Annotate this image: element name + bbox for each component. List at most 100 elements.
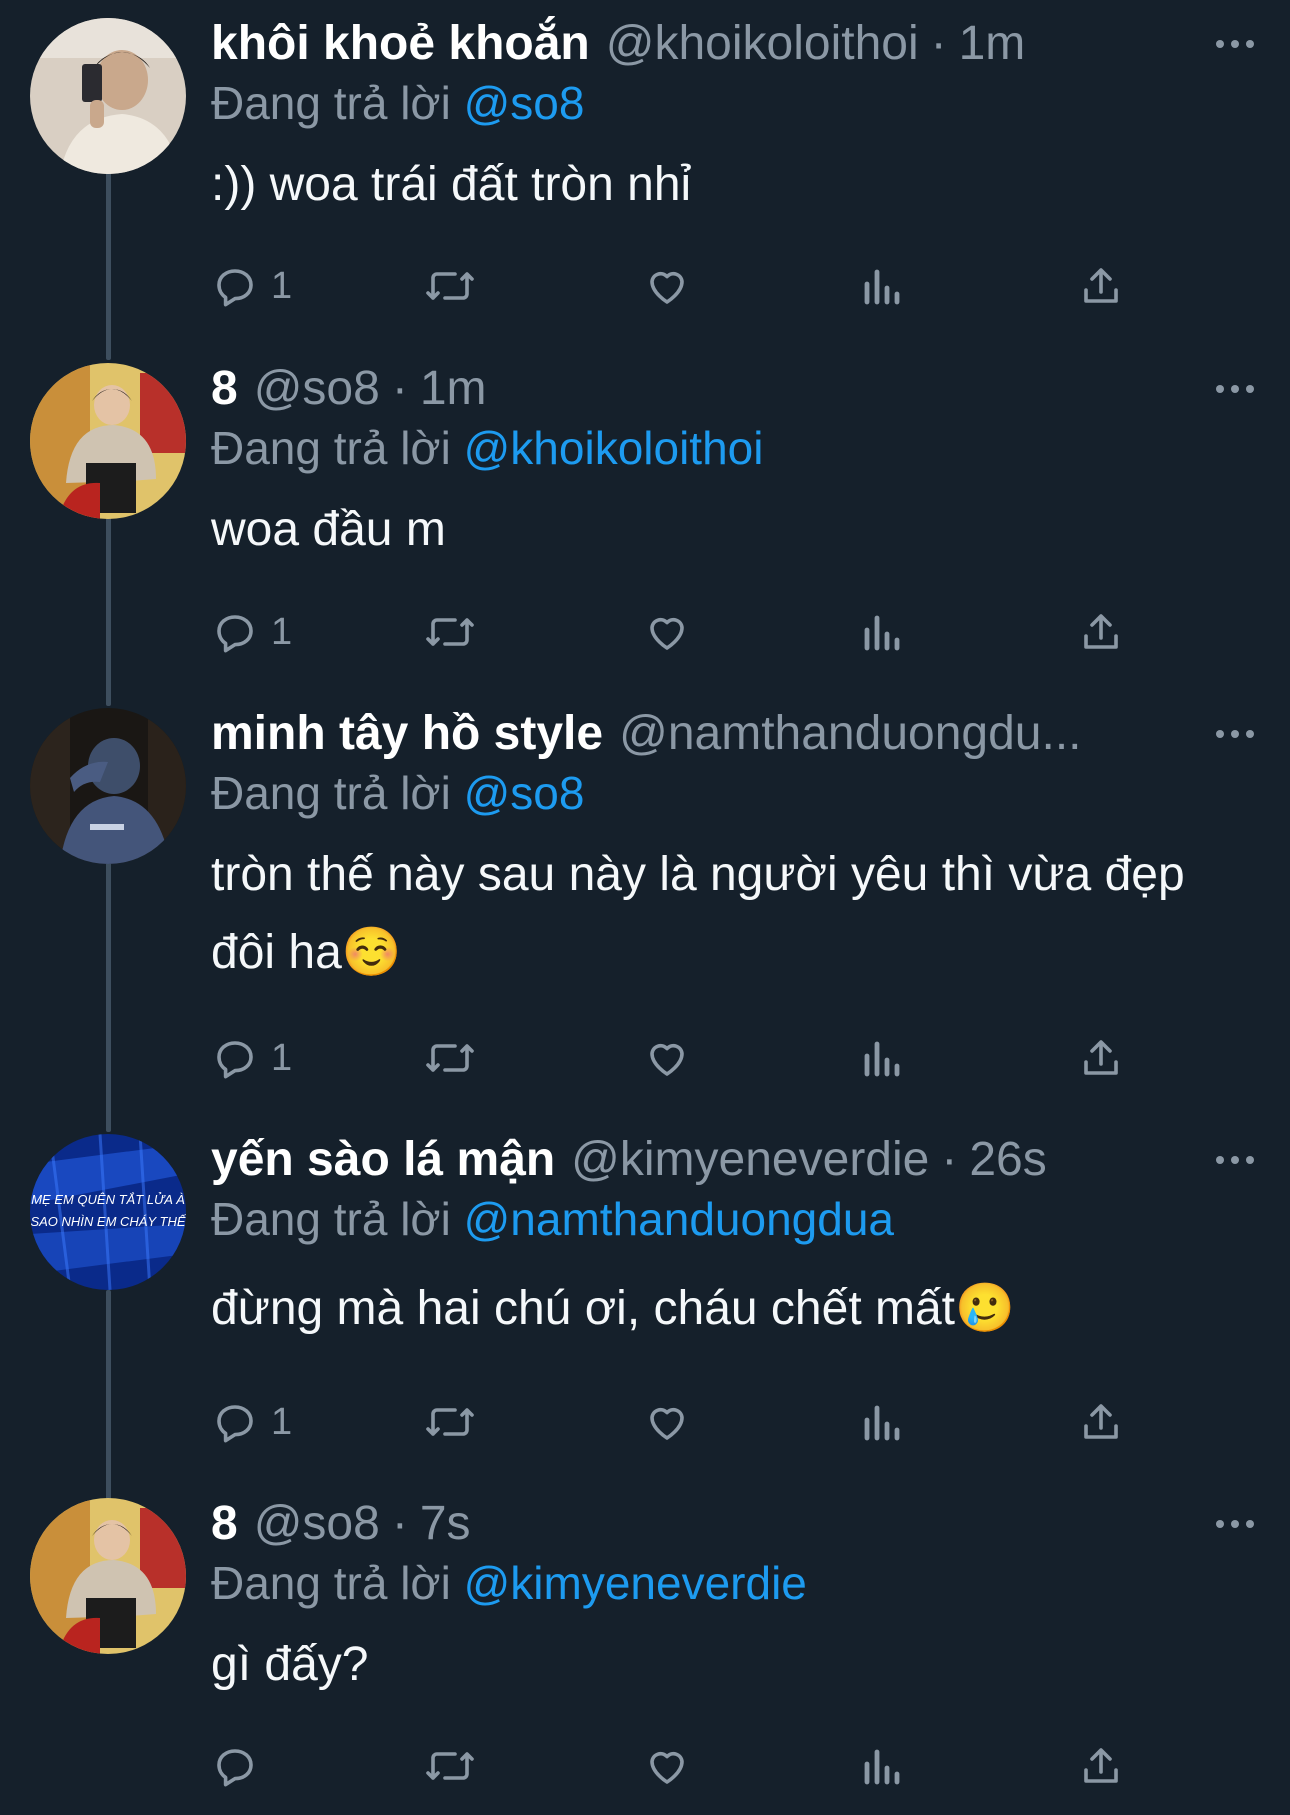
tweet-header: yến sào lá mận @kimyeneverdie · 26s [211, 1130, 1260, 1190]
share-icon [1077, 1398, 1125, 1446]
like-button[interactable] [643, 1392, 691, 1452]
reply-icon [211, 262, 259, 310]
share-button[interactable] [1077, 1028, 1125, 1088]
thread-line [106, 1290, 111, 1500]
like-button[interactable] [643, 602, 691, 662]
mention-link[interactable]: @khoikoloithoi [464, 422, 764, 474]
tweet-content: khôi khoẻ khoắn @khoikoloithoi · 1m Đang… [211, 17, 1260, 224]
mention-link[interactable]: @so8 [464, 767, 585, 819]
display-name[interactable]: khôi khoẻ khoắn [211, 14, 590, 74]
timestamp[interactable]: 7s [420, 1494, 471, 1554]
reply-thread: khôi khoẻ khoắn @khoikoloithoi · 1m Đang… [0, 0, 1290, 1815]
retweet-button[interactable] [423, 602, 477, 662]
reply-button[interactable]: 1 [211, 1028, 292, 1088]
handle[interactable]: @so8 [254, 359, 380, 419]
separator-dot: · [941, 1133, 958, 1186]
views-button[interactable] [861, 602, 901, 662]
views-button[interactable] [861, 1392, 901, 1452]
tweet-content: minh tây hồ style @namthanduongdu... Đan… [211, 707, 1260, 992]
replying-to-label: Đang trả lời [211, 1557, 451, 1609]
more-icon[interactable] [1210, 714, 1260, 754]
replying-to: Đang trả lời @namthanduongdua [211, 1190, 1260, 1248]
replying-to-label: Đang trả lời [211, 77, 451, 129]
mention-link[interactable]: @kimyeneverdie [464, 1557, 807, 1609]
separator-dot: · [391, 362, 408, 415]
handle[interactable]: @so8 [254, 1494, 380, 1554]
retweet-button[interactable] [423, 1392, 477, 1452]
share-button[interactable] [1077, 602, 1125, 662]
avatar-text-line-1: MẸ EM QUÊN TẮT LỬA À [31, 1192, 185, 1207]
timestamp[interactable]: 1m [959, 14, 1026, 74]
like-button[interactable] [643, 1028, 691, 1088]
timestamp[interactable]: 1m [420, 359, 487, 419]
display-name[interactable]: yến sào lá mận [211, 1130, 555, 1190]
handle[interactable]: @kimyeneverdie [571, 1130, 929, 1190]
display-name[interactable]: minh tây hồ style [211, 704, 603, 764]
retweet-icon [423, 608, 477, 656]
retweet-button[interactable] [423, 1028, 477, 1088]
retweet-button[interactable] [423, 1736, 477, 1796]
replying-to: Đang trả lời @so8 [211, 764, 1260, 822]
tweet-content: 8 @so8 · 1m Đang trả lời @khoikoloithoi … [211, 362, 1260, 569]
retweet-button[interactable] [423, 256, 477, 316]
views-icon [861, 1742, 901, 1790]
display-name[interactable]: 8 [211, 359, 238, 419]
views-icon [861, 1398, 901, 1446]
tweet-text: :)) woa trái đất tròn nhỉ [211, 158, 692, 211]
mention-link[interactable]: @so8 [464, 77, 585, 129]
avatar[interactable] [30, 1498, 186, 1654]
tweet-text: gì đấy? [211, 1638, 369, 1691]
thread-line [106, 516, 111, 706]
share-button[interactable] [1077, 1392, 1125, 1452]
retweet-icon [423, 262, 477, 310]
views-button[interactable] [861, 1028, 901, 1088]
reply-button[interactable]: 1 [211, 256, 292, 316]
reply-icon [211, 1034, 259, 1082]
views-icon [861, 262, 901, 310]
retweet-icon [423, 1398, 477, 1446]
avatar[interactable] [30, 363, 186, 519]
tweet-actions [211, 1736, 1118, 1796]
separator-dot: · [391, 1497, 408, 1550]
tweet-text: woa đầu m [211, 503, 446, 556]
avatar[interactable] [30, 708, 186, 864]
share-button[interactable] [1077, 1736, 1125, 1796]
reply-count: 1 [271, 1036, 293, 1079]
retweet-icon [423, 1034, 477, 1082]
more-icon[interactable] [1210, 1140, 1260, 1180]
tweet-actions: 1 [211, 1392, 1118, 1452]
handle[interactable]: @khoikoloithoi [606, 14, 919, 74]
share-icon [1077, 1034, 1125, 1082]
more-icon[interactable] [1210, 369, 1260, 409]
tweet-actions: 1 [211, 1028, 1118, 1088]
tweet-header: khôi khoẻ khoắn @khoikoloithoi · 1m [211, 14, 1260, 74]
like-button[interactable] [643, 256, 691, 316]
tweet-content: 8 @so8 · 7s Đang trả lời @kimyeneverdie … [211, 1497, 1260, 1704]
avatar[interactable] [30, 18, 186, 174]
reply-button[interactable]: 1 [211, 602, 292, 662]
handle[interactable]: @namthanduongdu... [619, 704, 1081, 764]
more-icon[interactable] [1210, 24, 1260, 64]
tweet-text: đừng mà hai chú ơi, cháu chết mất🥲 [211, 1282, 1015, 1335]
reply-count: 1 [271, 264, 293, 307]
more-icon[interactable] [1210, 1504, 1260, 1544]
views-icon [861, 608, 901, 656]
reply-count: 1 [271, 610, 293, 653]
reply-button[interactable]: 1 [211, 1392, 292, 1452]
like-button[interactable] [643, 1736, 691, 1796]
reply-icon [211, 1742, 259, 1790]
views-button[interactable] [861, 256, 901, 316]
like-icon [643, 1034, 691, 1082]
reply-button[interactable] [211, 1736, 259, 1796]
avatar-text-line-2: SAO NHÌN EM CHÁY THẾ [30, 1214, 186, 1229]
reply-icon [211, 1398, 259, 1446]
avatar[interactable]: MẸ EM QUÊN TẮT LỬA À SAO NHÌN EM CHÁY TH… [30, 1134, 186, 1290]
display-name[interactable]: 8 [211, 1494, 238, 1554]
views-button[interactable] [861, 1736, 901, 1796]
share-icon [1077, 1742, 1125, 1790]
timestamp[interactable]: 26s [969, 1130, 1046, 1190]
thread-line [106, 862, 111, 1132]
tweet-actions: 1 [211, 256, 1118, 316]
mention-link[interactable]: @namthanduongdua [464, 1193, 894, 1245]
share-button[interactable] [1077, 256, 1125, 316]
